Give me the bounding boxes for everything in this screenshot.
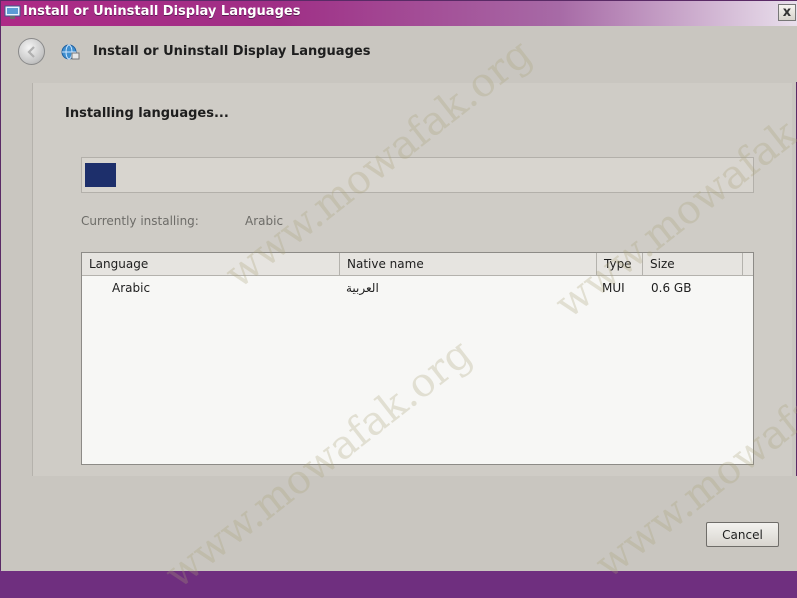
cell-size: 0.6 GB xyxy=(651,281,692,295)
close-button[interactable]: x xyxy=(778,4,796,21)
languages-table: Language Native name Type Size Arabic ال… xyxy=(81,252,754,465)
footer-bar xyxy=(1,476,797,571)
back-arrow-icon xyxy=(27,46,35,58)
page-title: Install or Uninstall Display Languages xyxy=(93,44,371,59)
cell-native-name: العربية xyxy=(346,281,379,295)
cancel-button[interactable]: Cancel xyxy=(706,522,779,547)
install-progress-bar xyxy=(81,157,754,193)
installing-heading: Installing languages... xyxy=(65,106,229,121)
cell-language: Arabic xyxy=(112,281,151,295)
window-app-icon xyxy=(4,5,21,19)
column-header-language[interactable]: Language xyxy=(82,253,340,275)
title-bar: Install or Uninstall Display Languages x xyxy=(1,1,797,26)
cell-type: MUI xyxy=(602,281,625,295)
column-header-type[interactable]: Type xyxy=(597,253,643,275)
dialog-window: Install or Uninstall Display Languages x… xyxy=(0,0,797,598)
navigation-bar: Install or Uninstall Display Languages xyxy=(1,26,797,82)
column-header-size[interactable]: Size xyxy=(643,253,743,275)
back-button[interactable] xyxy=(18,38,45,65)
close-icon: x xyxy=(782,5,792,20)
table-header: Language Native name Type Size xyxy=(82,253,753,276)
progress-fill xyxy=(85,163,116,187)
display-languages-icon xyxy=(61,44,80,60)
table-row[interactable]: Arabic العربية MUI 0.6 GB xyxy=(82,278,753,298)
currently-installing-value: Arabic xyxy=(245,214,284,228)
currently-installing-label: Currently installing: xyxy=(81,214,199,228)
column-header-native-name[interactable]: Native name xyxy=(340,253,597,275)
window-title: Install or Uninstall Display Languages xyxy=(23,4,301,19)
